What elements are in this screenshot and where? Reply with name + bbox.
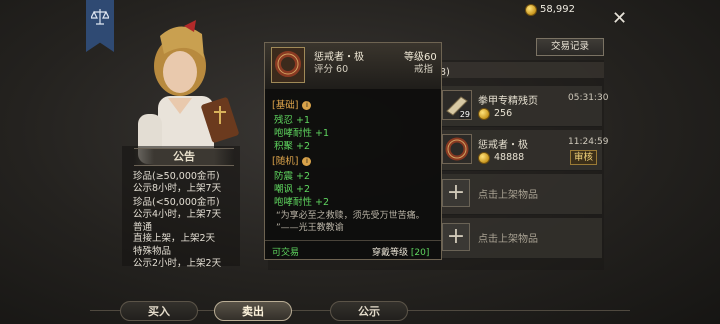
- random-stats-heading: [随机] i: [272, 153, 312, 167]
- tooltip-item-score: 评分 60: [314, 64, 349, 75]
- trade-record-button[interactable]: 交易记录: [536, 38, 604, 56]
- stat-line: 残忍 +1: [274, 115, 311, 126]
- ring-item-icon: [442, 134, 472, 164]
- info-icon[interactable]: i: [302, 101, 312, 110]
- info-icon[interactable]: i: [302, 157, 312, 166]
- gold-amount: 58,992: [540, 4, 575, 15]
- notice-title: 公告: [134, 148, 234, 166]
- close-icon[interactable]: ✕: [612, 8, 627, 29]
- notice-line: 直接上架，上架2天: [133, 233, 216, 244]
- scroll-item-icon: 29: [442, 90, 472, 120]
- plus-icon[interactable]: +: [442, 179, 470, 207]
- empty-listing-slot[interactable]: + 点击上架物品: [442, 174, 602, 215]
- listing-name: 拳甲专精残页: [478, 96, 538, 107]
- stat-line: 防震 +2: [274, 171, 311, 182]
- listing-row[interactable]: 惩戒者・极 11:24:59 48888 审核: [442, 130, 608, 171]
- listing-row[interactable]: 29 拳甲专精残页 05:31:30 256: [442, 86, 608, 127]
- base-stats-heading: [基础] i: [272, 97, 312, 111]
- listing-time: 05:31:30: [568, 93, 609, 103]
- tooltip-item-slot: 戒指: [414, 64, 434, 75]
- empty-listing-slot[interactable]: + 点击上架物品: [442, 218, 602, 259]
- tradable-label: 可交易: [272, 248, 300, 258]
- item-lore-text: “为享必至之救赎，须先受万世苦痛。 ”——光王教教谕: [276, 211, 425, 233]
- scales-icon: [91, 9, 109, 25]
- stat-line: 咆哮耐性 +2: [274, 197, 330, 208]
- notice-line: 公示4小时，上架7天: [133, 209, 222, 220]
- notice-line: 公示2小时，上架2天: [133, 258, 222, 269]
- listing-price: 48888: [494, 152, 525, 163]
- tab-buy[interactable]: 买入: [120, 301, 198, 321]
- ring-item-icon: [271, 47, 305, 83]
- guild-banner: [86, 0, 114, 52]
- plus-icon[interactable]: +: [442, 223, 470, 251]
- listing-time: 11:24:59: [568, 137, 609, 147]
- gold-coin-icon: [478, 152, 490, 164]
- tab-sell[interactable]: 卖出: [214, 301, 292, 321]
- listing-price: 256: [494, 108, 513, 119]
- review-status-badge: 审核: [570, 150, 598, 165]
- gold-coin-icon: [478, 108, 490, 120]
- listing-name: 惩戒者・极: [478, 140, 528, 151]
- add-item-label: 点击上架物品: [478, 190, 538, 201]
- stat-line: 嘲讽 +2: [274, 184, 311, 195]
- stat-line: 积聚 +2: [274, 141, 311, 152]
- stat-line: 咆哮耐性 +1: [274, 128, 330, 139]
- notice-line: 公示8小时，上架7天: [133, 183, 222, 194]
- add-item-label: 点击上架物品: [478, 234, 538, 245]
- gold-coin-icon: [525, 4, 537, 16]
- merchant-portrait: [138, 20, 239, 164]
- wear-level: 穿戴等级 [20]: [372, 248, 430, 258]
- tab-public[interactable]: 公示: [330, 301, 408, 321]
